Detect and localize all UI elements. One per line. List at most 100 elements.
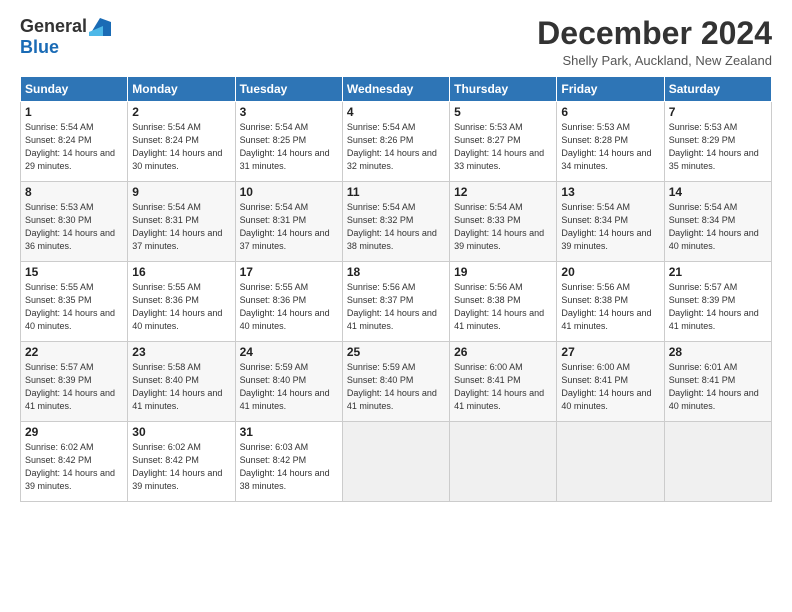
day-info: Sunrise: 5:54 AMSunset: 8:34 PMDaylight:… (561, 201, 659, 253)
header-wednesday: Wednesday (342, 77, 449, 102)
day-number: 6 (561, 105, 659, 119)
day-info: Sunrise: 5:55 AMSunset: 8:36 PMDaylight:… (240, 281, 338, 333)
table-row: 6 Sunrise: 5:53 AMSunset: 8:28 PMDayligh… (557, 102, 664, 182)
day-info: Sunrise: 5:58 AMSunset: 8:40 PMDaylight:… (132, 361, 230, 413)
day-number: 7 (669, 105, 767, 119)
day-info: Sunrise: 5:54 AMSunset: 8:33 PMDaylight:… (454, 201, 552, 253)
table-row: 28 Sunrise: 6:01 AMSunset: 8:41 PMDaylig… (664, 342, 771, 422)
day-number: 21 (669, 265, 767, 279)
day-info: Sunrise: 5:54 AMSunset: 8:32 PMDaylight:… (347, 201, 445, 253)
day-number: 27 (561, 345, 659, 359)
day-number: 10 (240, 185, 338, 199)
table-row: 11 Sunrise: 5:54 AMSunset: 8:32 PMDaylig… (342, 182, 449, 262)
day-number: 15 (25, 265, 123, 279)
table-row: 31 Sunrise: 6:03 AMSunset: 8:42 PMDaylig… (235, 422, 342, 502)
table-row: 22 Sunrise: 5:57 AMSunset: 8:39 PMDaylig… (21, 342, 128, 422)
day-number: 26 (454, 345, 552, 359)
table-row: 1 Sunrise: 5:54 AMSunset: 8:24 PMDayligh… (21, 102, 128, 182)
table-row: 10 Sunrise: 5:54 AMSunset: 8:31 PMDaylig… (235, 182, 342, 262)
day-number: 18 (347, 265, 445, 279)
table-row: 24 Sunrise: 5:59 AMSunset: 8:40 PMDaylig… (235, 342, 342, 422)
day-info: Sunrise: 5:59 AMSunset: 8:40 PMDaylight:… (347, 361, 445, 413)
day-info: Sunrise: 5:59 AMSunset: 8:40 PMDaylight:… (240, 361, 338, 413)
day-info: Sunrise: 5:54 AMSunset: 8:31 PMDaylight:… (132, 201, 230, 253)
day-info: Sunrise: 5:53 AMSunset: 8:28 PMDaylight:… (561, 121, 659, 173)
table-row (557, 422, 664, 502)
title-block: December 2024 Shelly Park, Auckland, New… (537, 16, 772, 68)
day-info: Sunrise: 5:54 AMSunset: 8:31 PMDaylight:… (240, 201, 338, 253)
table-row: 16 Sunrise: 5:55 AMSunset: 8:36 PMDaylig… (128, 262, 235, 342)
table-row: 3 Sunrise: 5:54 AMSunset: 8:25 PMDayligh… (235, 102, 342, 182)
table-row: 5 Sunrise: 5:53 AMSunset: 8:27 PMDayligh… (450, 102, 557, 182)
day-number: 28 (669, 345, 767, 359)
table-row: 15 Sunrise: 5:55 AMSunset: 8:35 PMDaylig… (21, 262, 128, 342)
day-info: Sunrise: 5:54 AMSunset: 8:24 PMDaylight:… (132, 121, 230, 173)
day-number: 5 (454, 105, 552, 119)
day-info: Sunrise: 5:54 AMSunset: 8:26 PMDaylight:… (347, 121, 445, 173)
day-info: Sunrise: 6:01 AMSunset: 8:41 PMDaylight:… (669, 361, 767, 413)
table-row: 30 Sunrise: 6:02 AMSunset: 8:42 PMDaylig… (128, 422, 235, 502)
day-number: 3 (240, 105, 338, 119)
calendar-week-row: 8 Sunrise: 5:53 AMSunset: 8:30 PMDayligh… (21, 182, 772, 262)
day-info: Sunrise: 5:56 AMSunset: 8:37 PMDaylight:… (347, 281, 445, 333)
day-number: 11 (347, 185, 445, 199)
day-info: Sunrise: 5:55 AMSunset: 8:36 PMDaylight:… (132, 281, 230, 333)
day-number: 2 (132, 105, 230, 119)
table-row: 12 Sunrise: 5:54 AMSunset: 8:33 PMDaylig… (450, 182, 557, 262)
day-info: Sunrise: 6:00 AMSunset: 8:41 PMDaylight:… (454, 361, 552, 413)
day-info: Sunrise: 5:53 AMSunset: 8:27 PMDaylight:… (454, 121, 552, 173)
calendar-week-row: 22 Sunrise: 5:57 AMSunset: 8:39 PMDaylig… (21, 342, 772, 422)
day-info: Sunrise: 6:00 AMSunset: 8:41 PMDaylight:… (561, 361, 659, 413)
table-row: 8 Sunrise: 5:53 AMSunset: 8:30 PMDayligh… (21, 182, 128, 262)
table-row (342, 422, 449, 502)
table-row: 29 Sunrise: 6:02 AMSunset: 8:42 PMDaylig… (21, 422, 128, 502)
logo-icon (89, 18, 111, 36)
calendar-week-row: 15 Sunrise: 5:55 AMSunset: 8:35 PMDaylig… (21, 262, 772, 342)
day-number: 20 (561, 265, 659, 279)
month-title: December 2024 (537, 16, 772, 51)
table-row: 18 Sunrise: 5:56 AMSunset: 8:37 PMDaylig… (342, 262, 449, 342)
table-row: 21 Sunrise: 5:57 AMSunset: 8:39 PMDaylig… (664, 262, 771, 342)
calendar-page: General Blue December 2024 Shelly Park, … (0, 0, 792, 612)
table-row: 9 Sunrise: 5:54 AMSunset: 8:31 PMDayligh… (128, 182, 235, 262)
day-info: Sunrise: 5:55 AMSunset: 8:35 PMDaylight:… (25, 281, 123, 333)
day-info: Sunrise: 5:57 AMSunset: 8:39 PMDaylight:… (25, 361, 123, 413)
day-number: 29 (25, 425, 123, 439)
table-row: 25 Sunrise: 5:59 AMSunset: 8:40 PMDaylig… (342, 342, 449, 422)
day-number: 22 (25, 345, 123, 359)
table-row: 27 Sunrise: 6:00 AMSunset: 8:41 PMDaylig… (557, 342, 664, 422)
day-number: 12 (454, 185, 552, 199)
day-number: 17 (240, 265, 338, 279)
day-info: Sunrise: 5:57 AMSunset: 8:39 PMDaylight:… (669, 281, 767, 333)
table-row: 20 Sunrise: 5:56 AMSunset: 8:38 PMDaylig… (557, 262, 664, 342)
day-number: 9 (132, 185, 230, 199)
table-row: 17 Sunrise: 5:55 AMSunset: 8:36 PMDaylig… (235, 262, 342, 342)
day-info: Sunrise: 5:56 AMSunset: 8:38 PMDaylight:… (454, 281, 552, 333)
calendar-week-row: 29 Sunrise: 6:02 AMSunset: 8:42 PMDaylig… (21, 422, 772, 502)
logo-general: General (20, 16, 87, 37)
logo: General Blue (20, 16, 111, 58)
day-info: Sunrise: 5:54 AMSunset: 8:24 PMDaylight:… (25, 121, 123, 173)
table-row: 2 Sunrise: 5:54 AMSunset: 8:24 PMDayligh… (128, 102, 235, 182)
table-row (450, 422, 557, 502)
day-info: Sunrise: 5:53 AMSunset: 8:30 PMDaylight:… (25, 201, 123, 253)
table-row (664, 422, 771, 502)
day-number: 8 (25, 185, 123, 199)
day-info: Sunrise: 5:54 AMSunset: 8:34 PMDaylight:… (669, 201, 767, 253)
day-number: 24 (240, 345, 338, 359)
day-number: 13 (561, 185, 659, 199)
logo-blue: Blue (20, 37, 59, 58)
day-number: 25 (347, 345, 445, 359)
table-row: 7 Sunrise: 5:53 AMSunset: 8:29 PMDayligh… (664, 102, 771, 182)
header-sunday: Sunday (21, 77, 128, 102)
day-number: 1 (25, 105, 123, 119)
header-tuesday: Tuesday (235, 77, 342, 102)
day-number: 14 (669, 185, 767, 199)
table-row: 4 Sunrise: 5:54 AMSunset: 8:26 PMDayligh… (342, 102, 449, 182)
table-row: 13 Sunrise: 5:54 AMSunset: 8:34 PMDaylig… (557, 182, 664, 262)
header-saturday: Saturday (664, 77, 771, 102)
header-friday: Friday (557, 77, 664, 102)
day-number: 4 (347, 105, 445, 119)
header: General Blue December 2024 Shelly Park, … (20, 16, 772, 68)
day-info: Sunrise: 6:02 AMSunset: 8:42 PMDaylight:… (25, 441, 123, 493)
